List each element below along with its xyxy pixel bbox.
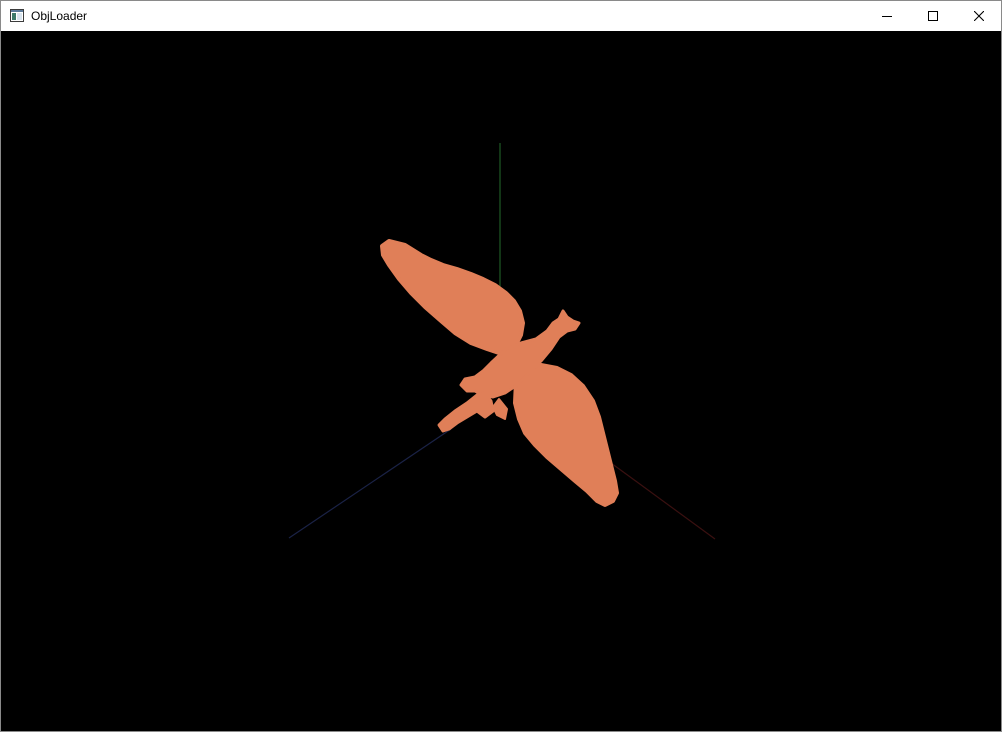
close-button[interactable] xyxy=(956,1,1002,31)
minimize-button[interactable] xyxy=(864,1,910,31)
maximize-button[interactable] xyxy=(910,1,956,31)
title-bar[interactable]: ObjLoader xyxy=(1,1,1001,31)
left-wing xyxy=(380,239,525,355)
maximize-icon xyxy=(928,11,938,21)
bird-head xyxy=(437,391,495,433)
close-icon xyxy=(974,11,984,21)
x-axis-line xyxy=(610,462,716,540)
minimize-icon xyxy=(882,16,892,17)
bird-tail xyxy=(492,398,508,420)
right-wing xyxy=(513,363,619,507)
app-window-icon xyxy=(10,9,24,22)
render-viewport[interactable] xyxy=(1,31,1001,731)
window-title: ObjLoader xyxy=(31,9,88,23)
scene-canvas xyxy=(288,143,716,540)
z-axis-line xyxy=(288,428,452,539)
app-window: ObjLoader xyxy=(0,0,1002,732)
